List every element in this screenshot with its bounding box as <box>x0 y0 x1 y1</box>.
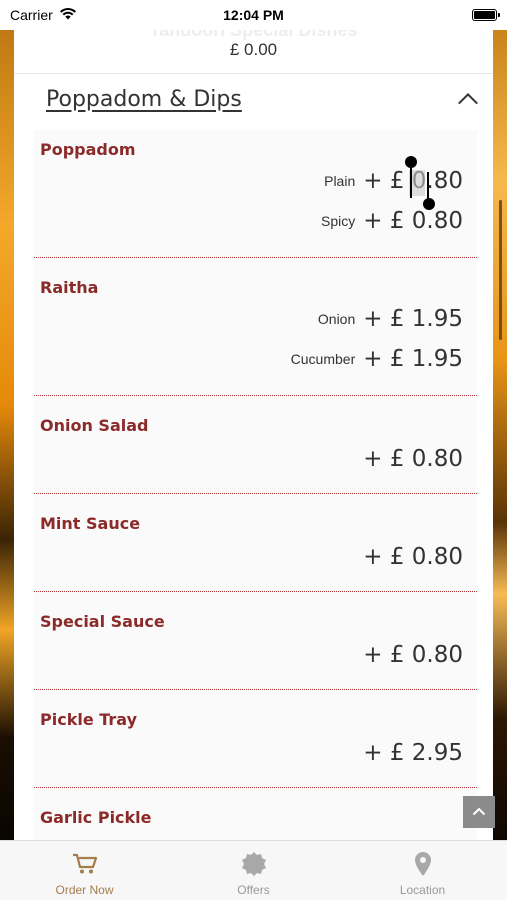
chevron-up-icon[interactable] <box>457 88 479 110</box>
item-option-row[interactable]: Onion + £ 1.95 <box>318 306 463 332</box>
selected-price[interactable]: + £ 0.80 <box>363 156 463 210</box>
option-label: Cucumber <box>290 351 356 367</box>
option-price: + £ 2.95 <box>363 740 463 766</box>
menu-item[interactable]: Pickle Tray + £ 2.95 <box>34 690 477 788</box>
tab-label: Order Now <box>55 883 114 897</box>
background-left <box>0 0 14 900</box>
tab-label: Offers <box>237 883 270 897</box>
item-option-row[interactable]: + £ 2.95 <box>363 740 463 766</box>
tab-order-now[interactable]: Order Now <box>0 841 169 900</box>
section-title[interactable]: Poppadom & Dips <box>46 87 242 112</box>
option-label: Onion <box>317 311 356 327</box>
item-option-row[interactable]: + £ 0.80 <box>363 642 463 668</box>
item-name: Pickle Tray <box>40 710 138 729</box>
item-option-row[interactable]: Cucumber + £ 1.95 <box>291 346 463 372</box>
item-option-row[interactable]: Spicy + £ 0.80 <box>321 208 463 234</box>
item-name: Onion Salad <box>40 416 149 435</box>
carrier-label: Carrier <box>10 7 53 23</box>
category-summary-card[interactable]: Tandoori Special Dishes £ 0.00 <box>14 20 493 74</box>
option-price: + £ 0.80 <box>363 446 463 472</box>
section-header[interactable]: Poppadom & Dips <box>14 78 493 120</box>
category-total: £ 0.00 <box>229 40 278 59</box>
chevron-up-icon <box>472 803 486 821</box>
text-selection[interactable] <box>405 156 436 210</box>
item-name: Special Sauce <box>40 612 165 631</box>
background-right <box>493 0 507 900</box>
tab-label: Location <box>399 883 446 897</box>
menu-item[interactable]: Mint Sauce + £ 0.80 <box>34 494 477 592</box>
wifi-icon <box>59 7 77 23</box>
status-left: Carrier <box>10 7 77 23</box>
tab-offers[interactable]: Offers <box>169 841 338 900</box>
selection-handle-start[interactable] <box>405 156 418 168</box>
scroll-to-top-button[interactable] <box>463 796 495 828</box>
menu-item[interactable]: Special Sauce + £ 0.80 <box>34 592 477 690</box>
option-price: + £ 1.95 <box>363 346 463 372</box>
battery-icon <box>472 9 500 21</box>
menu-items-list: Poppadom Plain + £ 0.80 Spicy + £ 0.80 R… <box>34 130 477 848</box>
option-price: + £ 1.95 <box>363 306 463 332</box>
scroll-indicator[interactable] <box>499 200 502 340</box>
menu-item[interactable]: Raitha Onion + £ 1.95 Cucumber + £ 1.95 <box>34 258 477 396</box>
menu-item[interactable]: Garlic Pickle <box>34 788 477 848</box>
location-pin-icon <box>414 851 432 877</box>
cart-icon <box>72 851 98 877</box>
item-name: Raitha <box>40 278 99 297</box>
item-name: Mint Sauce <box>40 514 141 533</box>
option-label: Plain <box>324 173 356 189</box>
tab-bar: Order Now Offers Location <box>0 840 507 900</box>
item-name: Poppadom <box>40 140 136 159</box>
item-option-row[interactable]: + £ 0.80 <box>363 544 463 570</box>
item-name: Garlic Pickle <box>40 808 152 827</box>
tab-location[interactable]: Location <box>338 841 507 900</box>
option-label: Spicy <box>321 213 356 229</box>
item-option-row[interactable]: Plain + £ 0.80 <box>324 156 463 210</box>
menu-item[interactable]: Onion Salad + £ 0.80 <box>34 396 477 494</box>
option-price: + £ 0.80 <box>363 208 463 234</box>
menu-item[interactable]: Poppadom Plain + £ 0.80 Spicy + £ 0.80 <box>34 130 477 258</box>
option-price: + £ 0.80 <box>363 544 463 570</box>
status-bar: Carrier 12:04 PM <box>0 0 507 30</box>
item-option-row[interactable]: + £ 0.80 <box>363 446 463 472</box>
offers-badge-icon <box>241 851 267 877</box>
option-price: + £ 0.80 <box>363 642 463 668</box>
